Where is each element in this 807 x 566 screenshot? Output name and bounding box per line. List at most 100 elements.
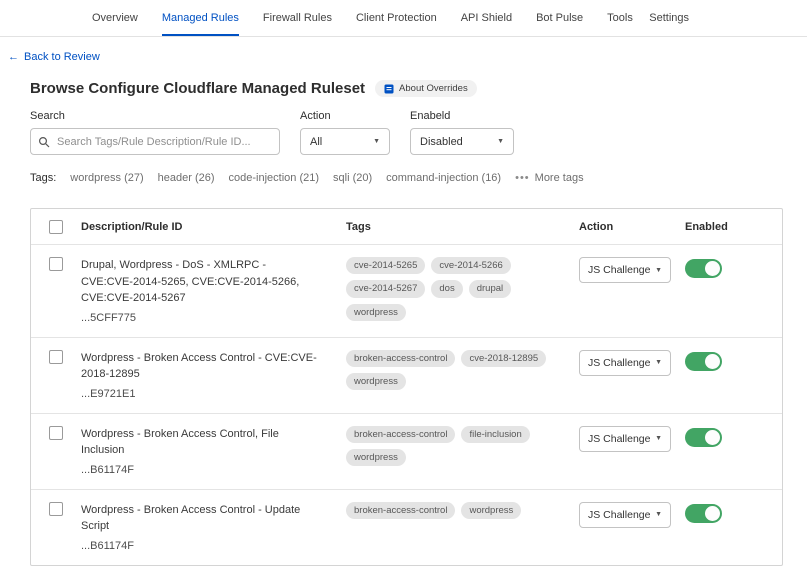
tab-bot-pulse[interactable]: Bot Pulse xyxy=(536,0,583,36)
tab-client-protection[interactable]: Client Protection xyxy=(356,0,437,36)
tab-overview[interactable]: Overview xyxy=(92,0,138,36)
tag-chip: broken-access-control xyxy=(346,350,455,367)
toggle-knob xyxy=(705,430,720,445)
enabled-toggle[interactable] xyxy=(685,428,722,447)
chevron-down-icon: ▼ xyxy=(497,138,504,145)
chevron-down-icon: ▼ xyxy=(373,138,380,145)
back-link-label: Back to Review xyxy=(24,51,100,63)
row-rule-id: ...5CFF775 xyxy=(81,312,346,324)
tag-chip: wordpress xyxy=(461,502,521,519)
action-filter-label: Action xyxy=(300,110,390,122)
tag-filter[interactable]: code-injection (21) xyxy=(229,172,320,184)
row-tags: broken-access-control cve-2018-12895 wordp… xyxy=(346,350,579,391)
row-rule-id: ...B61174F xyxy=(81,540,346,552)
enabled-toggle[interactable] xyxy=(685,259,722,278)
tags-bar: Tags: wordpress (27) header (26) code-inje… xyxy=(30,172,783,184)
row-description: Wordpress - Broken Access Control - CVE:… xyxy=(81,350,346,383)
row-rule-id: ...E9721E1 xyxy=(81,388,346,400)
main-content: Browse Configure Cloudflare Managed Rule… xyxy=(0,80,807,566)
tag-chip: wordpress xyxy=(346,304,406,321)
tag-filter[interactable]: sqli (20) xyxy=(333,172,372,184)
tab-managed-rules[interactable]: Managed Rules xyxy=(162,0,239,36)
toggle-knob xyxy=(705,506,720,521)
row-description: Wordpress - Broken Access Control - Upda… xyxy=(81,502,346,535)
search-input[interactable] xyxy=(30,128,280,155)
header-action: Action xyxy=(579,221,685,233)
row-action-value: JS Challenge xyxy=(588,357,650,369)
chevron-down-icon: ▼ xyxy=(655,359,662,366)
row-action-select[interactable]: JS Challenge ▼ xyxy=(579,502,671,528)
tag-filter[interactable]: command-injection (16) xyxy=(386,172,501,184)
tag-chip: broken-access-control xyxy=(346,426,455,443)
rules-table: Description/Rule ID Tags Action Enabled … xyxy=(30,208,783,566)
enabled-filter-select[interactable]: Disabled ▼ xyxy=(410,128,514,155)
row-tags: broken-access-control file-inclusion wordp… xyxy=(346,426,579,467)
enabled-toggle[interactable] xyxy=(685,504,722,523)
tag-chip: drupal xyxy=(469,280,511,297)
row-checkbox[interactable] xyxy=(49,426,63,440)
action-filter-value: All xyxy=(310,136,322,148)
about-overrides-badge[interactable]: About Overrides xyxy=(375,80,477,97)
header-enabled: Enabled xyxy=(685,221,782,233)
table-row: Wordpress - Broken Access Control, File … xyxy=(31,413,782,489)
tab-api-shield[interactable]: API Shield xyxy=(461,0,512,36)
chevron-down-icon: ▼ xyxy=(655,267,662,274)
row-action-select[interactable]: JS Challenge ▼ xyxy=(579,426,671,452)
select-all-checkbox[interactable] xyxy=(49,220,63,234)
tab-firewall-rules[interactable]: Firewall Rules xyxy=(263,0,332,36)
top-nav: Overview Managed Rules Firewall Rules Clien… xyxy=(0,0,807,37)
table-row: Wordpress - Broken Access Control - CVE:… xyxy=(31,337,782,413)
table-header-row: Description/Rule ID Tags Action Enabled xyxy=(31,209,782,244)
tab-tools[interactable]: Tools xyxy=(607,0,633,36)
tag-chip: broken-access-control xyxy=(346,502,455,519)
row-rule-id: ...B61174F xyxy=(81,464,346,476)
tag-filter[interactable]: wordpress (27) xyxy=(70,172,143,184)
tag-chip: cve-2018-12895 xyxy=(461,350,546,367)
tab-settings[interactable]: Settings xyxy=(649,0,689,36)
row-action-select[interactable]: JS Challenge ▼ xyxy=(579,350,671,376)
about-overrides-icon xyxy=(384,84,394,94)
more-tags-button[interactable]: ••• More tags xyxy=(515,172,583,184)
action-filter-select[interactable]: All ▼ xyxy=(300,128,390,155)
enabled-filter-label: Enabeld xyxy=(410,110,514,122)
header-description: Description/Rule ID xyxy=(81,221,346,233)
back-arrow-icon: ← xyxy=(8,51,19,63)
header-tags: Tags xyxy=(346,221,579,233)
row-tags: cve-2014-5265 cve-2014-5266 cve-2014-5267 d… xyxy=(346,257,579,321)
tag-chip: cve-2014-5267 xyxy=(346,280,425,297)
enabled-filter-value: Disabled xyxy=(420,136,463,148)
chevron-down-icon: ▼ xyxy=(655,511,662,518)
table-row: Wordpress - Broken Access Control - Upda… xyxy=(31,489,782,565)
row-description: Wordpress - Broken Access Control, File … xyxy=(81,426,346,459)
tag-chip: wordpress xyxy=(346,373,406,390)
more-tags-label: More tags xyxy=(535,172,584,184)
enabled-toggle[interactable] xyxy=(685,352,722,371)
chevron-down-icon: ▼ xyxy=(655,435,662,442)
tag-chip: wordpress xyxy=(346,449,406,466)
tag-chip: file-inclusion xyxy=(461,426,529,443)
back-link[interactable]: ← Back to Review xyxy=(8,51,100,63)
ellipsis-icon: ••• xyxy=(515,172,530,184)
row-action-select[interactable]: JS Challenge ▼ xyxy=(579,257,671,283)
row-checkbox[interactable] xyxy=(49,502,63,516)
tag-chip: dos xyxy=(431,280,462,297)
row-checkbox[interactable] xyxy=(49,257,63,271)
toggle-knob xyxy=(705,261,720,276)
row-checkbox[interactable] xyxy=(49,350,63,364)
page-title: Browse Configure Cloudflare Managed Rule… xyxy=(30,80,365,97)
row-tags: broken-access-control wordpress xyxy=(346,502,579,519)
toggle-knob xyxy=(705,354,720,369)
row-action-value: JS Challenge xyxy=(588,509,650,521)
nav-tabs: Overview Managed Rules Firewall Rules Clien… xyxy=(0,0,633,36)
tags-bar-label: Tags: xyxy=(30,172,56,184)
tag-chip: cve-2014-5265 xyxy=(346,257,425,274)
about-overrides-label: About Overrides xyxy=(399,83,468,94)
tag-filter[interactable]: header (26) xyxy=(158,172,215,184)
search-icon xyxy=(38,135,50,153)
row-description: Drupal, Wordpress - DoS - XMLRPC - CVE:C… xyxy=(81,257,346,307)
row-action-value: JS Challenge xyxy=(588,264,650,276)
search-label: Search xyxy=(30,110,280,122)
tag-chip: cve-2014-5266 xyxy=(431,257,510,274)
table-row: Drupal, Wordpress - DoS - XMLRPC - CVE:C… xyxy=(31,244,782,337)
table-body: Drupal, Wordpress - DoS - XMLRPC - CVE:C… xyxy=(31,244,782,565)
